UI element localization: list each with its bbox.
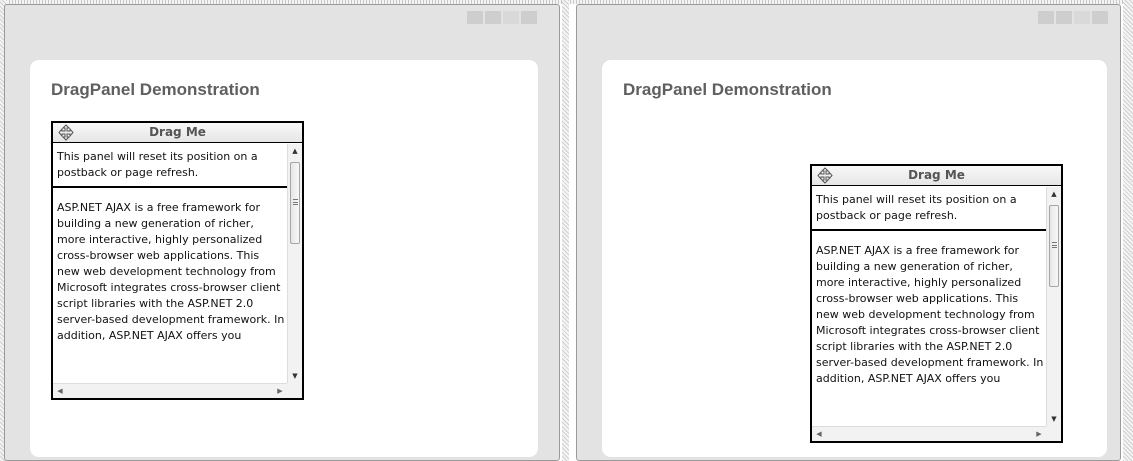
right-hatch-border — [1123, 0, 1133, 461]
page-title: DragPanel Demonstration — [623, 80, 832, 99]
grip-icon — [1052, 242, 1057, 248]
drag-handle-label: Drag Me — [149, 125, 206, 139]
scroll-left-arrow-icon[interactable]: ◀ — [53, 384, 67, 398]
horizontal-scrollbar[interactable]: ◀ ▶ — [812, 426, 1046, 441]
body-text: ASP.NET AJAX is a free framework for bui… — [816, 244, 1044, 385]
page-title: DragPanel Demonstration — [51, 80, 260, 99]
drag-handle-label: Drag Me — [908, 168, 965, 182]
scroll-down-arrow-icon[interactable]: ▼ — [288, 369, 302, 383]
divider — [53, 186, 287, 188]
drag-panel: Drag Me This panel will reset its positi… — [51, 121, 304, 400]
divider — [812, 229, 1046, 231]
minimize-button[interactable] — [1038, 11, 1054, 24]
scroll-down-arrow-icon[interactable]: ▼ — [1047, 412, 1061, 426]
reset-note: This panel will reset its position on a … — [816, 193, 1017, 222]
scroll-thumb[interactable] — [290, 162, 300, 244]
scroll-left-arrow-icon[interactable]: ◀ — [812, 427, 826, 441]
drag-panel: Drag Me This panel will reset its positi… — [810, 164, 1063, 443]
horizontal-scrollbar[interactable]: ◀ ▶ — [53, 383, 287, 398]
reset-note: This panel will reset its position on a … — [57, 150, 258, 179]
move-arrows-icon — [817, 167, 833, 184]
close-button[interactable] — [521, 11, 537, 24]
maximize-button[interactable] — [485, 11, 501, 24]
drag-handle[interactable]: Drag Me — [812, 166, 1061, 186]
close-button[interactable] — [1092, 11, 1108, 24]
maximize-button[interactable] — [1056, 11, 1072, 24]
content-card: DragPanel Demonstration Drag Me This pan… — [602, 60, 1107, 457]
body-text: ASP.NET AJAX is a free framework for bui… — [57, 201, 285, 342]
panel-text-area: This panel will reset its position on a … — [53, 144, 287, 383]
restore-button[interactable] — [1074, 11, 1090, 24]
panel-content: This panel will reset its position on a … — [812, 187, 1061, 441]
grip-icon — [293, 199, 298, 205]
panel-content: This panel will reset its position on a … — [53, 144, 302, 398]
scroll-up-arrow-icon[interactable]: ▲ — [288, 144, 302, 158]
vertical-scrollbar[interactable]: ▲ ▼ — [287, 144, 302, 383]
minimize-button[interactable] — [467, 11, 483, 24]
demo-frame-after-drag: DragPanel Demonstration Drag Me This pan… — [576, 4, 1121, 461]
window-controls — [1038, 11, 1108, 24]
demo-frame-before-drag: DragPanel Demonstration Drag Me This pan… — [4, 4, 560, 461]
panel-text-area: This panel will reset its position on a … — [812, 187, 1046, 426]
scroll-right-arrow-icon[interactable]: ▶ — [1032, 427, 1046, 441]
scroll-thumb[interactable] — [1049, 205, 1059, 287]
scrollbar-corner — [287, 383, 302, 398]
scroll-up-arrow-icon[interactable]: ▲ — [1047, 187, 1061, 201]
restore-button[interactable] — [503, 11, 519, 24]
vertical-scrollbar[interactable]: ▲ ▼ — [1046, 187, 1061, 426]
content-card: DragPanel Demonstration Drag Me This pan… — [30, 60, 538, 457]
scroll-right-arrow-icon[interactable]: ▶ — [273, 384, 287, 398]
middle-hatch-border — [562, 0, 569, 461]
scrollbar-corner — [1046, 426, 1061, 441]
drag-handle[interactable]: Drag Me — [53, 123, 302, 143]
window-controls — [467, 11, 537, 24]
move-arrows-icon — [58, 124, 74, 141]
